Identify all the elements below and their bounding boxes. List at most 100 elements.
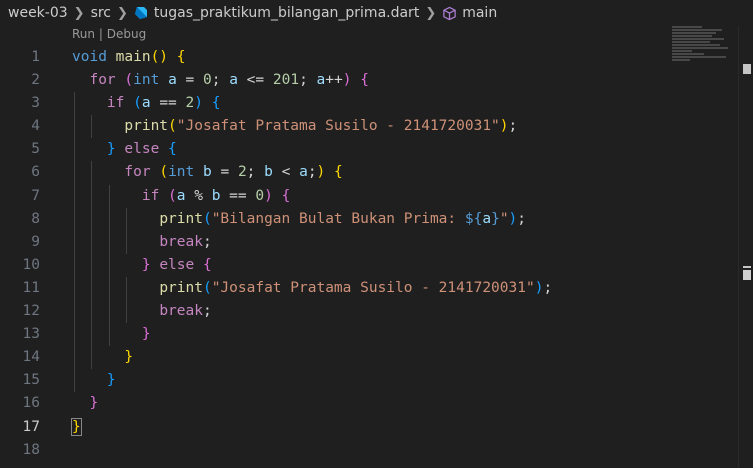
code-line[interactable]: 4 print("Josafat Pratama Susilo - 214172… bbox=[0, 115, 700, 139]
code-line[interactable]: 17} bbox=[0, 416, 700, 439]
code-token: { bbox=[360, 72, 369, 89]
code-token: ( bbox=[202, 210, 212, 227]
code-token: { bbox=[281, 187, 291, 204]
code-line[interactable]: 9 break; bbox=[0, 230, 700, 254]
code-line[interactable]: 15 } bbox=[0, 369, 700, 393]
code-token: main bbox=[115, 49, 151, 65]
code-token: ( bbox=[159, 164, 169, 181]
code-line[interactable]: 8 print("Bilangan Bulat Bukan Prima: ${a… bbox=[0, 207, 700, 231]
code-text: break; bbox=[72, 231, 211, 254]
code-token: ; bbox=[307, 164, 317, 181]
code-token: ) bbox=[264, 187, 273, 204]
line-number: 18 bbox=[22, 441, 40, 458]
code-token: print bbox=[159, 210, 203, 227]
minimap[interactable] bbox=[672, 26, 732, 66]
code-token: a bbox=[229, 72, 238, 89]
codelens: Run | Debug bbox=[72, 27, 146, 45]
code-token: ( bbox=[168, 118, 177, 135]
code-token: if bbox=[106, 95, 125, 112]
line-number: 16 bbox=[22, 395, 40, 412]
code-line[interactable]: 14 } bbox=[0, 346, 700, 370]
code-token: { bbox=[334, 164, 343, 181]
code-token: print bbox=[124, 118, 169, 135]
breadcrumb-file[interactable]: tugas_praktikum_bilangan_prima.dart bbox=[154, 5, 419, 21]
vertical-scrollbar[interactable] bbox=[738, 26, 753, 468]
code-token: int bbox=[168, 164, 195, 181]
breadcrumb-symbol[interactable]: main bbox=[462, 5, 497, 21]
codelens-debug[interactable]: Debug bbox=[107, 27, 146, 41]
code-line[interactable]: 7 if (a % b == 0) { bbox=[0, 184, 700, 208]
code-token: { bbox=[176, 49, 186, 65]
line-number: 3 bbox=[31, 95, 40, 112]
code-line[interactable]: 3 if (a == 2) { bbox=[0, 92, 700, 116]
code-line[interactable]: 2 for (int a = 0; a <= 201; a++) { bbox=[0, 69, 700, 92]
code-token: 2 bbox=[237, 164, 247, 181]
code-line[interactable]: 10 } else { bbox=[0, 253, 700, 277]
code-text: print("Josafat Pratama Susilo - 21417200… bbox=[72, 277, 552, 300]
code-token: for bbox=[89, 72, 116, 89]
code-line[interactable]: 5 } else { bbox=[0, 138, 700, 162]
code-token: ${ bbox=[464, 210, 483, 227]
code-token: ; bbox=[517, 210, 527, 227]
code-token: "Josafat Pratama Susilo - 2141720031" bbox=[176, 118, 500, 135]
line-number: 13 bbox=[22, 326, 40, 343]
line-number: 12 bbox=[22, 303, 40, 320]
code-token: " bbox=[499, 210, 509, 227]
code-token: ; bbox=[543, 279, 553, 296]
code-token: b bbox=[264, 164, 273, 181]
scrollbar-overview-mark bbox=[743, 266, 751, 268]
code-token: ) bbox=[499, 118, 509, 135]
code-token: } bbox=[491, 210, 500, 227]
line-number: 2 bbox=[31, 72, 40, 89]
code-line[interactable]: 12 break; bbox=[0, 300, 700, 324]
code-token: } bbox=[89, 395, 99, 412]
code-token: "Bilangan Bulat Bukan Prima: bbox=[211, 210, 465, 227]
code-line[interactable]: 6 for (int b = 2; b < a;) { bbox=[0, 161, 700, 185]
code-token: b bbox=[203, 164, 212, 181]
code-token: 201 bbox=[272, 72, 300, 89]
code-line[interactable]: 18 bbox=[0, 439, 700, 462]
code-text: for (int b = 2; b < a;) { bbox=[72, 161, 343, 184]
code-text: } bbox=[72, 392, 98, 415]
chevron-right-icon: ❯ bbox=[117, 5, 128, 21]
code-token: ) bbox=[316, 164, 326, 181]
code-editor[interactable]: 1 void main() {2 for (int a = 0; a <= 201… bbox=[0, 46, 700, 462]
code-token: "Josafat Pratama Susilo - 2141720031" bbox=[211, 279, 535, 296]
code-token: void bbox=[72, 49, 107, 65]
code-token: } bbox=[71, 417, 82, 436]
code-token: ( bbox=[202, 279, 212, 296]
code-text: break; bbox=[72, 300, 211, 323]
breadcrumb-folder-src[interactable]: src bbox=[91, 5, 111, 21]
breadcrumb-folder-week03[interactable]: week-03 bbox=[8, 5, 68, 21]
line-number: 5 bbox=[31, 141, 40, 158]
code-token: <= bbox=[237, 72, 273, 89]
codelens-run[interactable]: Run bbox=[72, 27, 95, 41]
line-number: 8 bbox=[31, 210, 40, 227]
code-line[interactable]: 11 print("Josafat Pratama Susilo - 21417… bbox=[0, 276, 700, 301]
code-token: for bbox=[124, 164, 151, 181]
code-line[interactable]: 13 } bbox=[0, 323, 700, 347]
chevron-right-icon: ❯ bbox=[73, 5, 85, 21]
line-number: 7 bbox=[31, 187, 40, 204]
code-line[interactable]: 16 } bbox=[0, 392, 700, 415]
code-text: void main() { bbox=[72, 46, 186, 69]
line-number: 4 bbox=[31, 118, 40, 135]
code-token: { bbox=[202, 256, 212, 273]
code-line[interactable]: 1 void main() { bbox=[0, 46, 700, 69]
code-token: ( bbox=[133, 95, 142, 112]
